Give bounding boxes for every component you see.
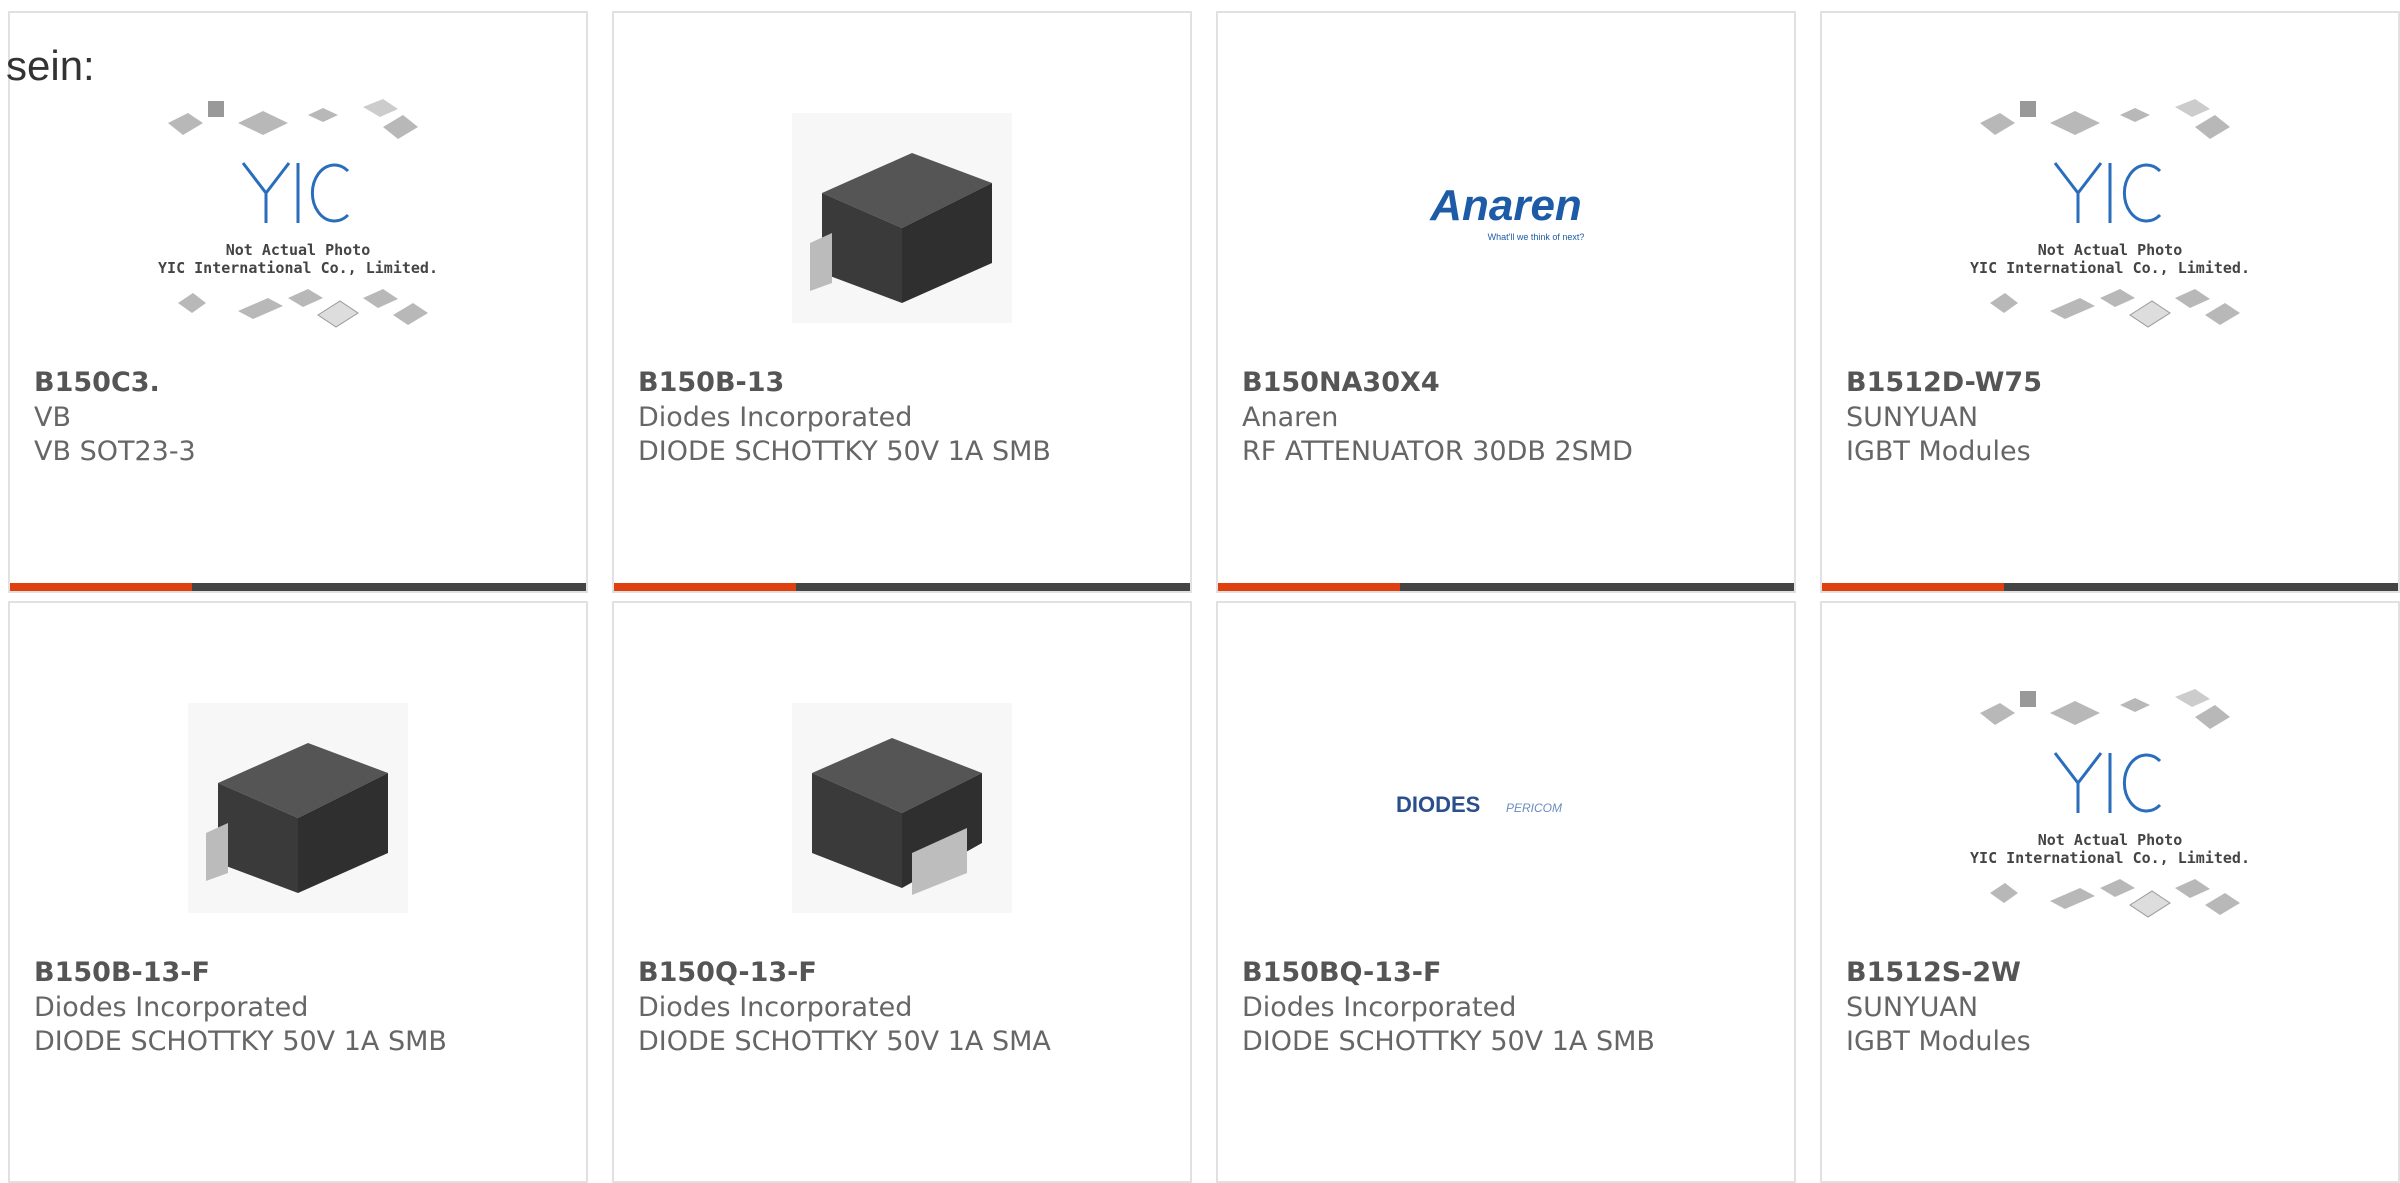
svg-text:YIC International Co., Limited: YIC International Co., Limited. (158, 259, 438, 277)
product-description: IGBT Modules (1846, 1026, 2031, 1057)
card-bottom-bar (614, 583, 1190, 591)
product-card[interactable]: DIODES PERICOM B150BQ-13-F Diodes Incorp… (1216, 601, 1796, 1183)
svg-text:Not Actual Photo: Not Actual Photo (2038, 831, 2183, 849)
product-manufacturer: Diodes Incorporated (638, 402, 913, 433)
svg-text:YIC International Co., Limited: YIC International Co., Limited. (1970, 259, 2250, 277)
sma-package-photo (792, 703, 1012, 913)
product-image: DIODES PERICOM (1218, 673, 1794, 943)
svg-text:PERICOM: PERICOM (1506, 801, 1562, 815)
product-card[interactable]: B150B-13-F Diodes Incorporated DIODE SCH… (8, 601, 588, 1183)
product-manufacturer: Diodes Incorporated (1242, 992, 1517, 1023)
product-description: IGBT Modules (1846, 436, 2031, 467)
product-description: DIODE SCHOTTKY 50V 1A SMA (638, 1026, 1051, 1057)
product-card[interactable]: B150Q-13-F Diodes Incorporated DIODE SCH… (612, 601, 1192, 1183)
product-card[interactable]: Not Actual Photo YIC International Co., … (8, 11, 588, 593)
product-image: Not Actual Photo YIC International Co., … (1822, 83, 2398, 353)
product-image: Anaren What'll we think of next? (1218, 83, 1794, 353)
card-bottom-bar (1822, 583, 2398, 591)
product-image: Not Actual Photo YIC International Co., … (1822, 673, 2398, 943)
smb-package-photo (188, 703, 408, 913)
svg-text:YIC International Co., Limited: YIC International Co., Limited. (1970, 849, 2250, 867)
anaren-logo: Anaren What'll we think of next? (1429, 181, 1585, 242)
product-description: RF ATTENUATOR 30DB 2SMD (1242, 436, 1633, 467)
product-image: Not Actual Photo YIC International Co., … (10, 83, 586, 353)
card-bottom-bar (10, 583, 586, 591)
product-description: DIODE SCHOTTKY 50V 1A SMB (1242, 1026, 1655, 1057)
product-image (614, 83, 1190, 353)
lead-text: sein: (6, 42, 95, 89)
card-bottom-bar (1218, 583, 1794, 591)
product-manufacturer: SUNYUAN (1846, 402, 1979, 433)
product-manufacturer: Anaren (1242, 402, 1339, 433)
not-actual-photo-placeholder: Not Actual Photo YIC International Co., … (1970, 99, 2250, 328)
product-manufacturer: VB (34, 402, 71, 433)
product-part-number[interactable]: B150C3. (34, 367, 160, 398)
product-part-number[interactable]: B150B-13 (638, 367, 784, 398)
product-manufacturer: Diodes Incorporated (638, 992, 913, 1023)
smb-package-photo (792, 113, 1012, 323)
svg-text:What'll we think of next?: What'll we think of next? (1488, 232, 1585, 242)
product-card[interactable]: Not Actual Photo YIC International Co., … (1820, 11, 2400, 593)
svg-text:DIODES: DIODES (1396, 792, 1480, 817)
product-description: DIODE SCHOTTKY 50V 1A SMB (638, 436, 1051, 467)
product-description: VB SOT23-3 (34, 436, 196, 467)
product-part-number[interactable]: B150B-13-F (34, 957, 210, 988)
product-part-number[interactable]: B1512S-2W (1846, 957, 2021, 988)
svg-text:Not Actual Photo: Not Actual Photo (2038, 241, 2183, 259)
not-actual-photo-placeholder: Not Actual Photo YIC International Co., … (158, 99, 438, 328)
product-card[interactable]: Anaren What'll we think of next? B150NA3… (1216, 11, 1796, 593)
not-actual-photo-placeholder: Not Actual Photo YIC International Co., … (1970, 689, 2250, 918)
product-card[interactable]: Not Actual Photo YIC International Co., … (1820, 601, 2400, 1183)
product-manufacturer: SUNYUAN (1846, 992, 1979, 1023)
product-part-number[interactable]: B150NA30X4 (1242, 367, 1440, 398)
product-part-number[interactable]: B150Q-13-F (638, 957, 817, 988)
product-part-number[interactable]: B150BQ-13-F (1242, 957, 1441, 988)
product-card[interactable]: B150B-13 Diodes Incorporated DIODE SCHOT… (612, 11, 1192, 593)
product-manufacturer: Diodes Incorporated (34, 992, 309, 1023)
svg-text:Not Actual Photo: Not Actual Photo (226, 241, 371, 259)
diodes-pericom-logo: DIODES PERICOM (1396, 792, 1562, 817)
svg-text:Anaren: Anaren (1429, 181, 1582, 230)
product-part-number[interactable]: B1512D-W75 (1846, 367, 2042, 398)
product-image (10, 673, 586, 943)
product-description: DIODE SCHOTTKY 50V 1A SMB (34, 1026, 447, 1057)
product-image (614, 673, 1190, 943)
